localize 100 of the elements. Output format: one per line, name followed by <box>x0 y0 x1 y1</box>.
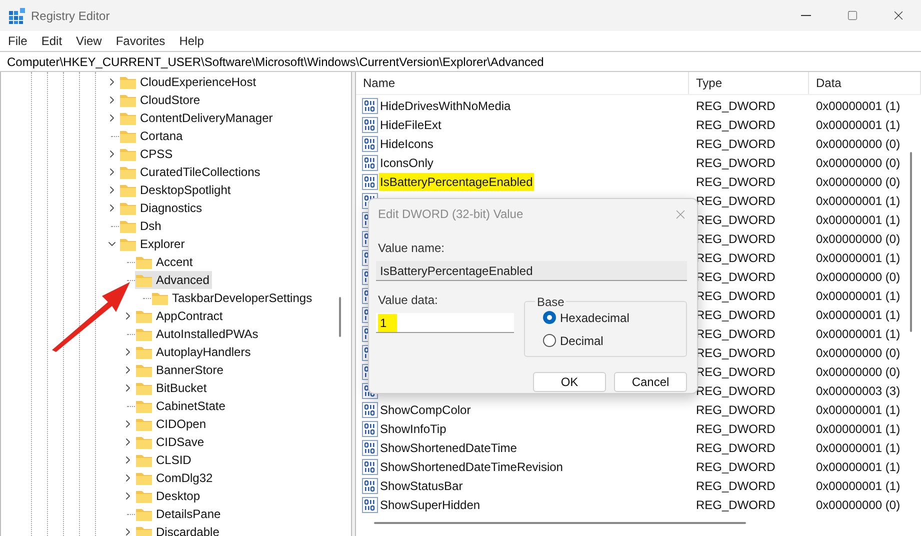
maximize-icon <box>846 10 858 21</box>
value-type: REG_DWORD <box>696 384 776 398</box>
column-header[interactable]: Name <box>356 72 689 94</box>
tree-item[interactable]: ContentDeliveryManager <box>119 109 276 127</box>
tree-item[interactable]: CIDSave <box>135 433 208 451</box>
tree-item[interactable]: CLSID <box>135 451 194 469</box>
tree-item[interactable]: TaskbarDeveloperSettings <box>151 289 316 307</box>
tree-item[interactable]: Explorer <box>119 235 188 253</box>
menu-item[interactable]: Edit <box>41 32 62 50</box>
value-type: REG_DWORD <box>696 346 776 360</box>
tree-item[interactable]: BannerStore <box>135 361 226 379</box>
tree-item[interactable]: CuratedTileCollections <box>119 163 264 181</box>
value-data: 0x00000001 (1) <box>816 194 900 208</box>
field-label: Value name: <box>378 240 446 257</box>
folder-icon <box>119 182 137 198</box>
value-data: 0x00000001 (1) <box>816 288 900 302</box>
value-type: REG_DWORD <box>696 402 776 416</box>
tree-item[interactable]: BitBucket <box>135 379 210 397</box>
value-type: REG_DWORD <box>696 118 776 132</box>
value-name-field[interactable]: IsBatteryPercentageEnabled <box>376 261 687 281</box>
value-name[interactable]: IconsOnly <box>379 154 434 172</box>
value-data: 0x00000000 (0) <box>816 232 900 246</box>
dialog-button[interactable]: OK <box>533 372 606 392</box>
folder-icon <box>119 236 137 252</box>
tree-item[interactable]: Discardable <box>135 523 222 536</box>
value-data: 0x00000001 (1) <box>816 250 900 264</box>
app-icon <box>9 8 25 24</box>
value-type: REG_DWORD <box>696 250 776 264</box>
folder-icon <box>119 110 137 126</box>
value-type: REG_DWORD <box>696 288 776 302</box>
column-header[interactable]: Data <box>809 72 921 94</box>
value-icon <box>362 458 378 474</box>
tree-item[interactable]: CloudExperienceHost <box>119 73 260 91</box>
value-name[interactable]: ShowStatusBar <box>379 476 464 494</box>
value-data-field[interactable]: 1 <box>376 313 514 333</box>
tree-item[interactable]: AutoInstalledPWAs <box>135 325 262 343</box>
tree-item[interactable]: ComDlg32 <box>135 469 216 487</box>
value-type: REG_DWORD <box>696 136 776 150</box>
value-data: 0x00000001 (1) <box>816 460 900 474</box>
value-type: REG_DWORD <box>696 440 776 454</box>
tree-item[interactable]: Cortana <box>119 127 186 145</box>
value-name[interactable]: IsBatteryPercentageEnabled <box>379 172 534 190</box>
value-icon <box>362 478 378 494</box>
value-data: 0x00000001 (1) <box>816 326 900 340</box>
folder-icon <box>135 452 153 468</box>
folder-icon <box>135 362 153 378</box>
value-type: REG_DWORD <box>696 422 776 436</box>
value-name[interactable]: HideDrivesWithNoMedia <box>379 96 512 114</box>
folder-icon <box>135 416 153 432</box>
radio-option[interactable]: Decimal <box>543 332 686 350</box>
address-bar[interactable]: Computer\HKEY_CURRENT_USER\Software\Microsoft\Windows\CurrentVersion\Explorer\Advanced <box>0 51 921 72</box>
tree-item[interactable]: AutoplayHandlers <box>135 343 254 361</box>
folder-icon <box>135 488 153 504</box>
scrollbar-thumb[interactable] <box>374 522 746 524</box>
menu-item[interactable]: Favorites <box>116 32 166 50</box>
value-name[interactable]: ShowInfoTip <box>379 420 448 438</box>
tree-item[interactable]: CabinetState <box>135 397 228 415</box>
tree-item[interactable]: CIDOpen <box>135 415 210 433</box>
value-data: 0x00000000 (0) <box>816 270 900 284</box>
tree-item[interactable]: Dsh <box>119 217 164 235</box>
value-icon <box>362 98 378 114</box>
dialog-button[interactable]: Cancel <box>614 372 687 392</box>
tree-item[interactable]: DesktopSpotlight <box>119 181 234 199</box>
tree-item[interactable]: Diagnostics <box>119 199 206 217</box>
menu-item[interactable]: File <box>8 32 28 50</box>
dialog-title: Edit DWORD (32-bit) Value <box>378 206 524 223</box>
value-icon <box>362 420 378 436</box>
value-name[interactable]: HideFileExt <box>379 116 442 134</box>
value-name[interactable]: ShowShortenedDateTime <box>379 438 518 456</box>
window-title: Registry Editor <box>31 8 110 24</box>
value-name[interactable]: ShowCompColor <box>379 400 472 418</box>
menu-item[interactable]: Help <box>179 32 204 50</box>
value-icon <box>362 174 378 190</box>
value-type: REG_DWORD <box>696 194 776 208</box>
tree-item[interactable]: Desktop <box>135 487 204 505</box>
tree-item[interactable]: CloudStore <box>119 91 204 109</box>
tree-item[interactable]: Advanced <box>135 271 212 289</box>
scrollbar-thumb[interactable] <box>910 152 912 332</box>
tree-item[interactable]: DetailsPane <box>135 505 224 523</box>
tree-item[interactable]: CPSS <box>119 145 176 163</box>
scrollbar-thumb[interactable] <box>339 297 341 337</box>
value-data: 0x00000001 (1) <box>816 440 900 454</box>
radio-option[interactable]: Hexadecimal <box>543 308 686 326</box>
value-type: REG_DWORD <box>696 498 776 512</box>
value-data: 0x00000000 (0) <box>816 364 900 378</box>
value-type: REG_DWORD <box>696 156 776 170</box>
tree-item[interactable]: AppContract <box>135 307 226 325</box>
folder-icon <box>119 92 137 108</box>
menu-item[interactable]: View <box>76 32 102 50</box>
value-name[interactable]: ShowSuperHidden <box>379 496 482 514</box>
value-data: 0x00000001 (1) <box>816 402 900 416</box>
tree-item[interactable]: Accent <box>135 253 196 271</box>
value-name[interactable]: HideIcons <box>379 134 434 152</box>
value-data: 0x00000001 (1) <box>816 422 900 436</box>
value-data: 0x00000000 (0) <box>816 346 900 360</box>
value-name[interactable]: ShowShortenedDateTimeRevision <box>379 458 564 476</box>
value-data: 0x00000001 (1) <box>816 98 900 112</box>
column-header[interactable]: Type <box>689 72 809 94</box>
folder-icon <box>119 164 137 180</box>
value-type: REG_DWORD <box>696 98 776 112</box>
